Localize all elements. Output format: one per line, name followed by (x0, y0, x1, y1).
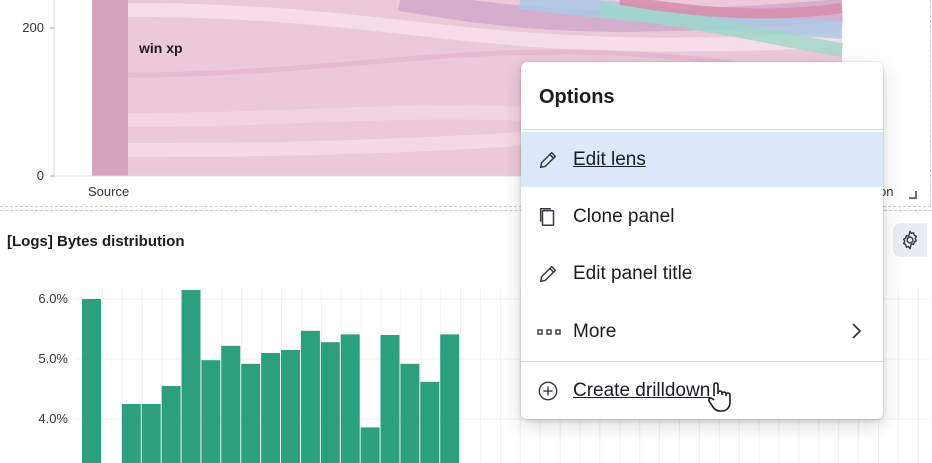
bar[interactable] (281, 350, 300, 463)
bar[interactable] (201, 360, 221, 463)
menu-item-label: Create drilldown (573, 379, 711, 401)
menu-title: Options (539, 86, 615, 108)
bar[interactable] (121, 404, 141, 463)
bar[interactable] (221, 345, 241, 463)
bar[interactable] (420, 381, 440, 463)
bar[interactable] (340, 334, 360, 463)
bar[interactable] (440, 334, 460, 463)
y-tick-label: 0 (37, 168, 44, 183)
pencil-icon (537, 262, 563, 286)
x-axis-label-source: Source (88, 184, 129, 199)
chevron-right-icon (851, 322, 863, 346)
y-tick-label: 200 (22, 20, 44, 35)
bar[interactable] (400, 363, 420, 463)
panel-options-button[interactable] (893, 223, 927, 257)
bar[interactable] (360, 427, 380, 463)
y-tick-label: 4.0% (38, 411, 68, 426)
menu-item-label: More (573, 320, 617, 342)
bar[interactable] (181, 290, 201, 463)
pencil-icon (537, 148, 563, 172)
bar[interactable] (380, 335, 400, 463)
bar[interactable] (161, 386, 181, 463)
bar[interactable] (82, 299, 101, 463)
gear-icon (902, 230, 918, 250)
menu-item-edit-panel-title[interactable]: Edit panel title (521, 246, 883, 301)
bar[interactable] (320, 342, 340, 463)
resize-handle[interactable] (909, 191, 917, 199)
sankey-node-label: win xp (138, 40, 183, 56)
y-tick-label: 5.0% (38, 351, 68, 366)
menu-item-create-drilldown[interactable]: Create drilldown (521, 363, 883, 418)
y-axis-ticks: 6.0% 5.0% 4.0% (38, 291, 68, 426)
menu-item-more[interactable]: More (521, 304, 883, 359)
menu-item-edit-lens[interactable]: Edit lens (521, 132, 883, 187)
menu-item-clone-panel[interactable]: Clone panel (521, 189, 883, 244)
bar-series (82, 290, 460, 463)
menu-divider (521, 361, 883, 362)
bar[interactable] (241, 363, 261, 463)
ellipsis-icon (537, 320, 563, 344)
y-tick-label: 6.0% (38, 291, 68, 306)
sankey-node[interactable] (92, 0, 128, 176)
menu-item-label: Edit lens (573, 148, 646, 170)
menu-divider (521, 129, 883, 130)
bar[interactable] (141, 404, 161, 463)
plus-circle-icon (537, 379, 563, 403)
copy-icon (537, 205, 563, 229)
menu-item-label: Edit panel title (573, 262, 693, 284)
bar[interactable] (261, 353, 281, 463)
options-menu: Options Edit lens Clone panel Edit panel… (521, 62, 883, 419)
hand-cursor-icon (706, 380, 732, 419)
menu-item-label: Clone panel (573, 205, 675, 227)
bar[interactable] (300, 330, 320, 463)
